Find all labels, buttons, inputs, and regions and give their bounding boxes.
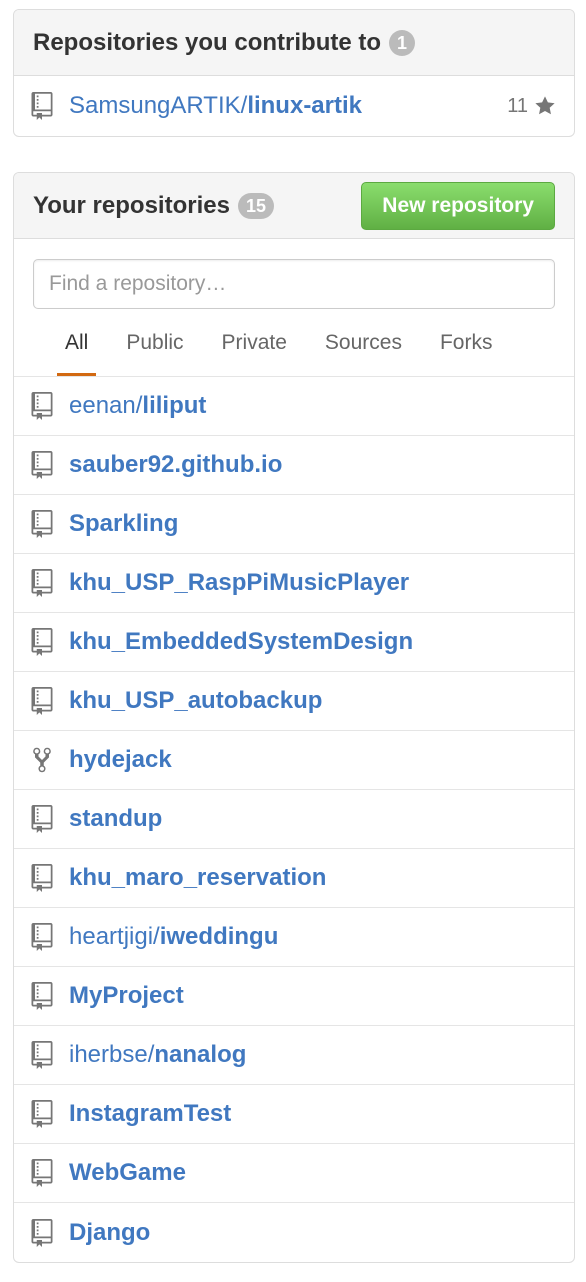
repo-filter-tabs: All Public Private Sources Forks [33, 331, 555, 376]
repo-icon [31, 510, 53, 538]
list-item[interactable]: hydejack [14, 731, 574, 790]
repo-link[interactable]: khu_EmbeddedSystemDesign [69, 628, 413, 656]
list-item[interactable]: SamsungARTIK/linux-artik 11 [14, 76, 574, 136]
list-item[interactable]: standup [14, 790, 574, 849]
your-repos-box: Your repositories 15 New repository All … [13, 172, 575, 1263]
tab-forks[interactable]: Forks [440, 331, 493, 376]
list-item[interactable]: khu_USP_autobackup [14, 672, 574, 731]
repo-owner: heartjigi/ [69, 923, 160, 950]
contribute-header: Repositories you contribute to 1 [14, 10, 574, 76]
star-icon [535, 96, 555, 115]
repo-list: eenan/liliput sauber92.github.io Sparkling… [14, 377, 574, 1262]
repo-icon [31, 1218, 53, 1247]
repo-icon [31, 982, 53, 1010]
repo-owner: iherbse/ [69, 1041, 155, 1068]
your-repos-header: Your repositories 15 New repository [14, 173, 574, 239]
new-repository-button[interactable]: New repository [361, 181, 555, 230]
repo-name: nanalog [154, 1041, 247, 1068]
repo-icon [31, 1159, 53, 1187]
repo-link[interactable]: iherbse/nanalog [69, 1041, 246, 1069]
repo-icon [31, 1041, 53, 1069]
repo-link[interactable]: eenan/liliput [69, 392, 206, 420]
repo-icon [31, 805, 53, 833]
contribute-count-badge: 1 [389, 29, 416, 56]
repo-name: InstagramTest [69, 1100, 232, 1127]
repo-link[interactable]: sauber92.github.io [69, 451, 282, 479]
tab-public[interactable]: Public [126, 331, 183, 376]
repo-link[interactable]: Django [69, 1219, 150, 1247]
your-repos-title: Your repositories [33, 191, 230, 219]
find-repository-input[interactable] [33, 259, 555, 309]
repo-link[interactable]: khu_USP_RaspPiMusicPlayer [69, 569, 409, 597]
list-item[interactable]: WebGame [14, 1144, 574, 1203]
repo-link[interactable]: hydejack [69, 746, 172, 774]
contribute-repos-box: Repositories you contribute to 1 Samsung… [13, 9, 575, 137]
repo-name: khu_USP_autobackup [69, 687, 323, 714]
repo-name: Django [69, 1218, 151, 1246]
repo-link[interactable]: WebGame [69, 1159, 186, 1187]
repo-link[interactable]: InstagramTest [69, 1100, 231, 1128]
repo-icon [31, 392, 53, 420]
repo-link[interactable]: SamsungARTIK/linux-artik [69, 92, 362, 120]
repo-name: MyProject [69, 982, 184, 1009]
fork-icon [31, 746, 53, 774]
repo-icon [31, 451, 53, 479]
repo-icon [31, 687, 53, 715]
repo-owner: eenan/ [69, 392, 143, 419]
repo-link[interactable]: heartjigi/iweddingu [69, 923, 278, 951]
repo-name: sauber92.github.io [69, 451, 283, 478]
star-count-value: 11 [507, 94, 528, 117]
list-item[interactable]: Sparkling [14, 495, 574, 554]
repo-icon [31, 864, 53, 892]
repo-name: khu_USP_RaspPiMusicPlayer [69, 569, 410, 596]
list-item[interactable]: heartjigi/iweddingu [14, 908, 574, 967]
repo-owner: SamsungARTIK/ [69, 92, 248, 119]
repo-name: hydejack [69, 746, 172, 773]
list-item[interactable]: MyProject [14, 967, 574, 1026]
tab-private[interactable]: Private [222, 331, 287, 376]
list-item[interactable]: khu_maro_reservation [14, 849, 574, 908]
repo-link[interactable]: standup [69, 805, 162, 833]
contribute-title: Repositories you contribute to [33, 28, 382, 56]
repo-icon [31, 92, 53, 120]
repo-icon [31, 569, 53, 597]
repo-name: liliput [142, 392, 207, 419]
repo-name: khu_maro_reservation [69, 864, 327, 891]
repo-name: linux-artik [247, 92, 363, 119]
repo-name: WebGame [69, 1159, 186, 1186]
repo-link[interactable]: MyProject [69, 982, 184, 1010]
repo-link[interactable]: Sparkling [69, 510, 178, 538]
repo-name: standup [69, 805, 163, 832]
your-repos-count-badge: 15 [237, 192, 274, 219]
list-item[interactable]: InstagramTest [14, 1085, 574, 1144]
repo-icon [31, 1100, 53, 1128]
list-item[interactable]: khu_USP_RaspPiMusicPlayer [14, 554, 574, 613]
repo-name: Sparkling [69, 510, 179, 537]
filter-area: All Public Private Sources Forks [14, 239, 574, 377]
repo-link[interactable]: khu_USP_autobackup [69, 687, 322, 715]
list-item[interactable]: eenan/liliput [14, 377, 574, 436]
repo-name: khu_EmbeddedSystemDesign [69, 628, 414, 655]
repo-icon [31, 923, 53, 951]
repo-name: iweddingu [159, 923, 279, 950]
tab-all[interactable]: All [57, 331, 97, 376]
list-item[interactable]: khu_EmbeddedSystemDesign [14, 613, 574, 672]
repo-icon [31, 628, 53, 656]
repo-link[interactable]: khu_maro_reservation [69, 864, 326, 892]
list-item[interactable]: iherbse/nanalog [14, 1026, 574, 1085]
tab-sources[interactable]: Sources [325, 331, 402, 376]
list-item[interactable]: sauber92.github.io [14, 436, 574, 495]
star-count: 11 [507, 76, 556, 136]
list-item[interactable]: Django [14, 1203, 574, 1262]
